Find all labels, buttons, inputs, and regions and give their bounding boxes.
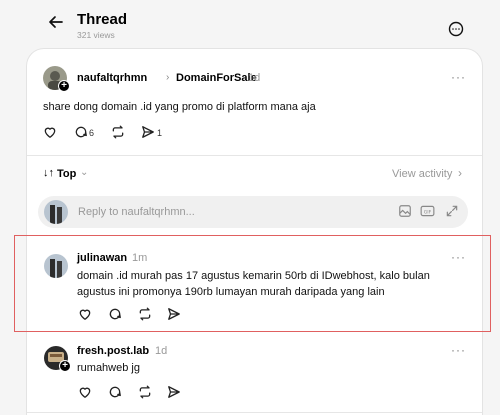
view-count: 321 views <box>77 30 115 40</box>
more-options-icon[interactable] <box>447 20 465 38</box>
share-count: 1 <box>157 128 163 138</box>
share-icon[interactable] <box>167 307 183 323</box>
repost-icon[interactable] <box>138 385 154 401</box>
chevron-down-icon[interactable]: ⌄ <box>80 167 88 178</box>
reply-username[interactable]: fresh.post.lab <box>77 345 149 357</box>
reply-text: domain .id murah pas 17 agustus kemarin … <box>77 270 430 282</box>
divider <box>27 412 482 413</box>
repost-icon[interactable] <box>111 125 127 141</box>
post-text: share dong domain .id yang promo di plat… <box>43 101 316 113</box>
reply-text: rumahweb jg <box>77 362 140 374</box>
reply-username[interactable]: julinawan <box>77 252 127 264</box>
post-time: 1d <box>248 72 261 84</box>
svg-text:GIF: GIF <box>424 209 432 215</box>
reply-time: 1m <box>132 252 148 264</box>
chevron-right-icon: › <box>458 166 462 180</box>
chevron-right-icon: › <box>166 72 170 83</box>
image-icon[interactable] <box>398 204 414 220</box>
view-activity-link[interactable]: View activity <box>392 168 452 180</box>
gif-icon[interactable]: GIF <box>420 204 436 220</box>
thread-header: Thread 321 views <box>0 0 500 48</box>
reply-input-placeholder[interactable]: Reply to naufaltqrhmn... <box>78 206 195 218</box>
back-arrow-icon[interactable] <box>46 12 66 32</box>
share-icon[interactable] <box>141 125 157 141</box>
sort-top-label[interactable]: Top <box>57 168 76 180</box>
repost-icon[interactable] <box>138 307 154 323</box>
like-icon[interactable] <box>78 307 94 323</box>
reply-icon[interactable] <box>108 307 124 323</box>
sort-icon: ↓↑ <box>43 167 54 179</box>
avatar <box>44 200 68 224</box>
reply-count: 6 <box>89 128 95 138</box>
expand-icon[interactable] <box>445 204 461 220</box>
reply-icon[interactable] <box>108 385 124 401</box>
reply-more-icon[interactable]: ··· <box>451 343 466 357</box>
like-icon[interactable] <box>43 125 59 141</box>
reply-icon[interactable] <box>74 125 90 141</box>
community-name[interactable]: DomainForSale <box>176 72 257 84</box>
follow-plus-icon[interactable]: + <box>58 80 70 92</box>
post-more-icon[interactable]: ··· <box>451 70 466 84</box>
share-icon[interactable] <box>167 385 183 401</box>
like-icon[interactable] <box>78 385 94 401</box>
follow-plus-icon[interactable]: + <box>59 360 71 372</box>
avatar[interactable] <box>44 254 68 278</box>
post-username[interactable]: naufaltqrhmn <box>77 72 147 84</box>
reply-text: agustus ini promonya 190rb lumayan murah… <box>77 286 385 298</box>
reply-time: 1d <box>155 345 168 357</box>
page-title: Thread <box>77 11 128 28</box>
reply-more-icon[interactable]: ··· <box>451 250 466 264</box>
divider <box>27 155 482 156</box>
